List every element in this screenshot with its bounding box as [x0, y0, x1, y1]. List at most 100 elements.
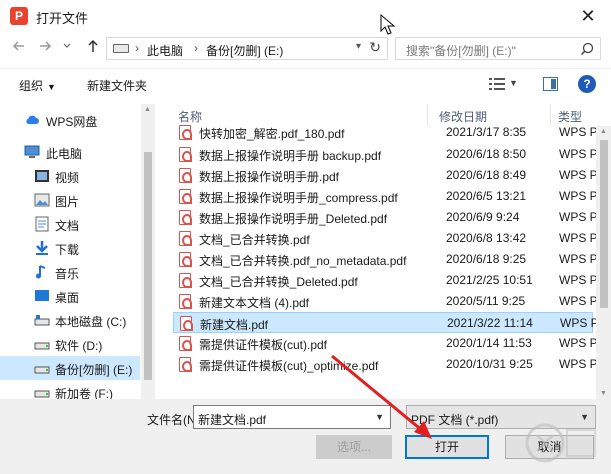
drive-icon — [34, 390, 50, 398]
sidebar-item-this-pc[interactable]: 此电脑 — [0, 140, 140, 164]
pdf-file-icon — [179, 231, 192, 246]
file-row[interactable]: 文档_已合并转换.pdf 2020/6/8 13:42 WPS P — [173, 228, 598, 249]
up-folder-button[interactable] — [82, 38, 104, 58]
file-date: 2021/2/25 10:51 — [446, 273, 533, 287]
wps-pdf-logo-icon: P — [10, 7, 28, 25]
scrollbar-thumb[interactable] — [600, 140, 608, 308]
file-type: WPS P — [559, 147, 598, 161]
file-name: 快转加密_解密.pdf_180.pdf — [199, 127, 345, 141]
file-list-scrollbar[interactable]: ▲ ▼ — [596, 126, 611, 399]
file-type: WPS P — [559, 294, 598, 308]
file-row[interactable]: 快转加密_解密.pdf_180.pdf 2021/3/17 8:35 WPS P — [173, 122, 598, 143]
sidebar-item-label: WPS网盘 — [46, 115, 98, 129]
filename-input[interactable]: 新建文档.pdf ▼ — [193, 405, 391, 429]
drive-icon — [113, 44, 129, 53]
file-row[interactable]: 数据上报操作说明手册_compress.pdf 2020/6/5 13:21 W… — [173, 186, 598, 207]
sidebar-item-wps-cloud[interactable]: WPS网盘 — [0, 108, 140, 132]
preview-pane-icon[interactable] — [543, 77, 558, 91]
file-date: 2020/10/31 9:25 — [446, 357, 533, 371]
sidebar-item-documents[interactable]: 文档 — [0, 212, 140, 236]
search-icon — [580, 42, 594, 56]
sidebar-item-drive-d[interactable]: 软件 (D:) — [0, 332, 140, 356]
file-type: WPS P — [559, 125, 598, 139]
address-bar[interactable]: › 此电脑 › 备份[勿删] (E:) ▾ ↻ — [106, 37, 388, 60]
sidebar-item-downloads[interactable]: 下载 — [0, 236, 140, 260]
close-button[interactable]: ✕ — [565, 0, 611, 32]
arrow-left-icon — [12, 41, 24, 51]
scroll-up-icon[interactable]: ▲ — [600, 128, 607, 135]
sidebar-item-drive-c[interactable]: 本地磁盘 (C:) — [0, 308, 140, 332]
arrow-up-icon — [88, 39, 98, 52]
navigation-pane: WPS网盘 此电脑 视频 图片 文档 下载 音乐 桌面 本地磁盘 (C:) 软件… — [0, 104, 155, 399]
pdf-file-icon — [179, 273, 192, 288]
options-button[interactable]: 选项... — [316, 435, 392, 459]
organize-label: 组织 — [19, 79, 44, 93]
file-type: WPS P — [559, 168, 598, 182]
file-type: WPS P — [559, 357, 598, 371]
search-placeholder: 搜索"备份[勿删] (E:)" — [406, 44, 516, 58]
drive-icon — [34, 315, 50, 326]
pdf-file-icon — [180, 316, 193, 331]
pdf-file-icon — [179, 147, 192, 162]
view-options-chevron-icon[interactable]: ▼ — [509, 78, 518, 88]
sidebar-item-label: 视频 — [55, 171, 80, 185]
new-folder-button[interactable]: 新建文件夹 — [87, 77, 147, 94]
breadcrumb-this-pc[interactable]: 此电脑 — [147, 42, 183, 59]
file-type: WPS P — [559, 336, 598, 350]
file-name: 文档_已合并转换.pdf_no_metadata.pdf — [199, 254, 407, 268]
file-row-selected[interactable]: 新建文档.pdf 2021/3/22 11:14 WPS P — [173, 312, 599, 333]
open-button[interactable]: 打开 — [405, 435, 489, 459]
file-name: 需提供证件模板(cut).pdf — [199, 338, 328, 352]
file-type: WPS P — [559, 231, 598, 245]
search-input[interactable]: 搜索"备份[勿删] (E:)" — [395, 37, 601, 60]
organize-button[interactable]: 组织 ▼ — [19, 77, 56, 94]
file-row[interactable]: 数据上报操作说明手册.pdf 2020/6/18 8:49 WPS P — [173, 165, 598, 186]
file-row[interactable]: 文档_已合并转换_Deleted.pdf 2021/2/25 10:51 WPS… — [173, 270, 598, 291]
file-type: WPS P — [559, 189, 598, 203]
file-date: 2020/6/18 9:25 — [446, 252, 527, 266]
dialog-title: 打开文件 — [36, 11, 89, 26]
file-date: 2021/3/22 11:14 — [447, 316, 533, 330]
document-folder-icon — [35, 216, 49, 232]
sidebar-item-label: 备份[勿删] (E:) — [55, 363, 133, 377]
breadcrumb-drive-e[interactable]: 备份[勿删] (E:) — [206, 42, 283, 59]
view-details-icon[interactable] — [489, 77, 505, 91]
forward-button[interactable] — [34, 38, 56, 58]
sidebar-item-label: 下载 — [55, 243, 80, 257]
file-row[interactable]: 需提供证件模板(cut)_optimize.pdf 2020/10/31 9:2… — [173, 354, 598, 375]
scroll-down-icon[interactable]: ▼ — [600, 390, 607, 397]
file-row[interactable]: 数据上报操作说明手册 backup.pdf 2020/6/18 8:50 WPS… — [173, 144, 598, 165]
filetype-value: PDF 文档 (*.pdf) — [411, 413, 499, 427]
breadcrumb-separator-icon: › — [194, 41, 198, 55]
recent-locations-button[interactable] — [60, 38, 74, 58]
drive-icon — [34, 342, 50, 350]
file-row[interactable]: 新建文本文档 (4).pdf 2020/5/11 9:25 WPS P — [173, 291, 598, 312]
sidebar-item-drive-e[interactable]: 备份[勿删] (E:) — [0, 356, 140, 380]
file-row[interactable]: 需提供证件模板(cut).pdf 2020/1/14 11:53 WPS P — [173, 333, 598, 354]
file-list: 名称 修改日期 类型 快转加密_解密.pdf_180.pdf 2021/3/17… — [167, 104, 611, 399]
address-dropdown-icon[interactable]: ▾ — [356, 41, 361, 52]
sidebar-scrollbar[interactable]: ▲ — [141, 104, 155, 399]
music-folder-icon — [36, 265, 46, 279]
file-row[interactable]: 数据上报操作说明手册_Deleted.pdf 2020/6/9 9:24 WPS… — [173, 207, 598, 228]
sidebar-item-desktop[interactable]: 桌面 — [0, 284, 140, 308]
file-name: 新建文本文档 (4).pdf — [199, 296, 310, 310]
back-button[interactable] — [8, 38, 30, 58]
file-name: 新建文档.pdf — [200, 318, 269, 332]
sidebar-item-videos[interactable]: 视频 — [0, 164, 140, 188]
scrollbar-thumb[interactable] — [144, 152, 152, 380]
scroll-up-icon[interactable]: ▲ — [144, 106, 151, 113]
file-date: 2020/6/9 9:24 — [446, 210, 520, 224]
file-type: WPS P — [559, 210, 598, 224]
pdf-file-icon — [179, 357, 192, 372]
chevron-down-icon[interactable]: ▼ — [375, 412, 384, 422]
sidebar-item-pictures[interactable]: 图片 — [0, 188, 140, 212]
file-row[interactable]: 文档_已合并转换.pdf_no_metadata.pdf 2020/6/18 9… — [173, 249, 598, 270]
sidebar-item-drive-f[interactable]: 新加卷 (F:) — [0, 380, 140, 399]
sidebar-item-music[interactable]: 音乐 — [0, 260, 140, 284]
refresh-icon[interactable]: ↻ — [369, 39, 381, 56]
file-type: WPS P — [560, 316, 599, 330]
file-date: 2020/6/18 8:50 — [446, 147, 527, 161]
help-icon[interactable]: ? — [578, 75, 596, 93]
sidebar-item-label: 文档 — [55, 219, 80, 233]
